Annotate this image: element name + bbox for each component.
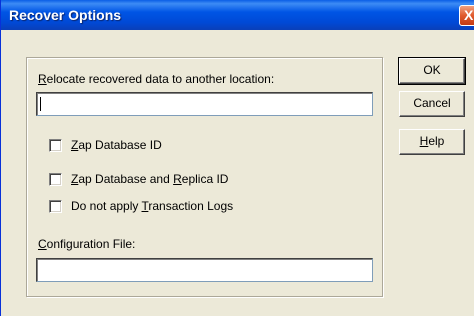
relocate-label: Relocate recovered data to another locat… [38,72,275,86]
close-icon: X [464,7,474,23]
zap-database-id-checkbox[interactable] [49,139,62,152]
relocate-path-input[interactable] [36,92,373,116]
window-title: Recover Options [9,7,122,23]
title-bar[interactable]: Recover Options X [1,0,474,30]
zap-database-id-label[interactable]: Zap Database ID [71,138,162,152]
config-file-field[interactable] [37,259,372,281]
relocate-path-field[interactable] [37,93,372,115]
config-file-label: Configuration File: [38,237,136,251]
ok-button[interactable]: OK [398,57,466,85]
text-caret [40,97,41,111]
config-file-input[interactable] [36,258,373,282]
zap-database-replica-id-label[interactable]: Zap Database and Replica ID [71,172,228,186]
no-transaction-logs-label[interactable]: Do not apply Transaction Logs [71,199,233,213]
no-transaction-logs-checkbox[interactable] [49,200,62,213]
recover-options-dialog: Recover Options X Relocate recovered dat… [0,0,474,316]
zap-database-replica-id-checkbox[interactable] [49,173,62,186]
cancel-button[interactable]: Cancel [399,91,465,117]
help-button[interactable]: Help [399,129,465,155]
close-button[interactable]: X [459,5,474,26]
